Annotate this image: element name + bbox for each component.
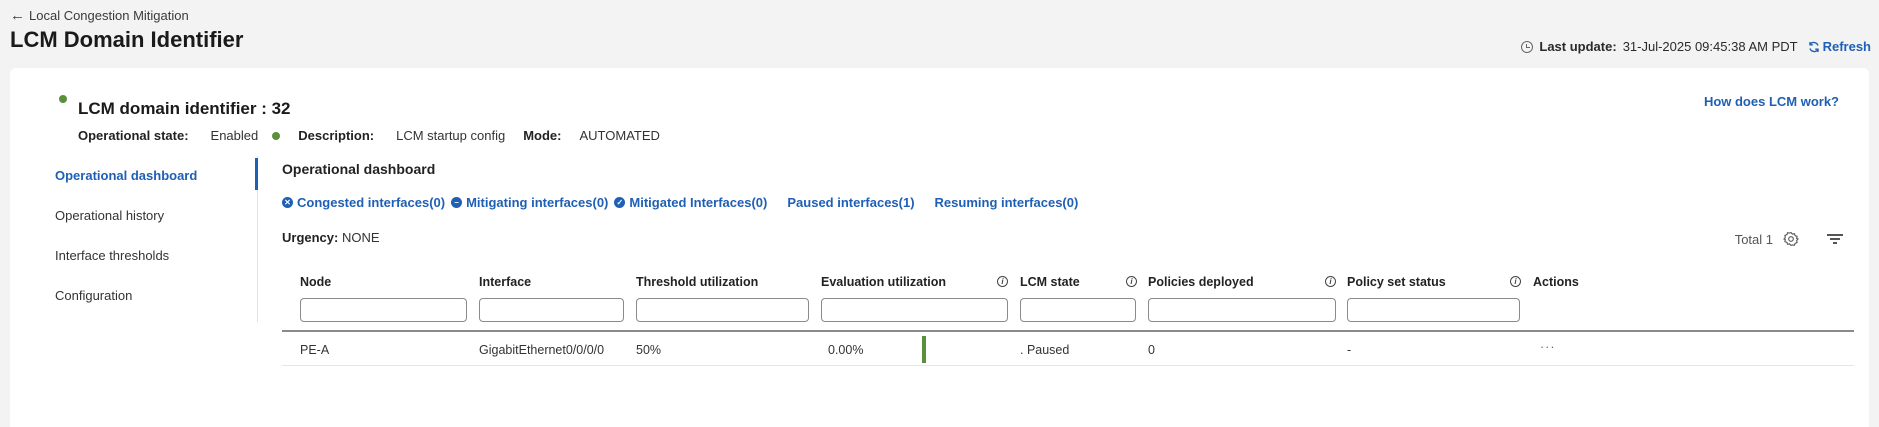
refresh-icon (1808, 41, 1819, 52)
refresh-label: Refresh (1822, 39, 1871, 54)
table-row[interactable]: PE-A GigabitEthernet0/0/0/0 50% 0.00% . … (282, 332, 1854, 366)
info-icon[interactable]: i (997, 276, 1008, 287)
interface-filter-input[interactable] (479, 298, 624, 322)
description-value: LCM startup config (396, 128, 506, 143)
sidebar-item-configuration[interactable]: Configuration (10, 276, 258, 316)
domain-card: LCM domain identifier : 32 How does LCM … (10, 68, 1869, 427)
how-lcm-works-link[interactable]: How does LCM work? (1704, 94, 1839, 109)
congested-icon: ✕ (282, 197, 293, 208)
filter-mitigated[interactable]: ✓ Mitigated Interfaces(0) (614, 195, 767, 210)
refresh-button[interactable]: Refresh (1808, 39, 1871, 54)
back-link[interactable]: ← Local Congestion Mitigation (10, 8, 189, 23)
last-update-value: 31-Jul-2025 09:45:38 AM PDT (1622, 39, 1798, 54)
row-actions-menu[interactable]: ··· (1540, 340, 1556, 354)
filter-congested[interactable]: ✕ Congested interfaces(0) (282, 195, 445, 210)
cell-lcm-state: . Paused (1020, 343, 1070, 357)
sidebar-item-operational-history[interactable]: Operational history (10, 196, 258, 236)
table-toolbar: Total 1 (1735, 231, 1843, 247)
gear-icon[interactable] (1783, 231, 1799, 247)
back-link-label: Local Congestion Mitigation (29, 8, 189, 23)
cell-node: PE-A (300, 343, 330, 357)
node-filter-input[interactable] (300, 298, 467, 322)
filter-resuming-label: Resuming interfaces(0) (934, 195, 1079, 210)
policy-status-filter-input[interactable] (1347, 298, 1520, 322)
cell-evaluation: 0.00% (828, 343, 864, 357)
domain-meta: Operational state: Enabled Description: … (78, 128, 674, 143)
interfaces-table: Node Interface Threshold utilization Eva… (282, 268, 1854, 366)
lcm-state-filter-input[interactable] (1020, 298, 1136, 322)
col-policies[interactable]: Policies deployed (1148, 275, 1254, 289)
mode-label: Mode: (523, 128, 562, 143)
op-state-label: Operational state: (78, 128, 189, 143)
page-title: LCM Domain Identifier (10, 27, 244, 52)
op-state-value: Enabled (210, 128, 259, 143)
description-label: Description: (298, 128, 375, 143)
last-update-label: Last update: (1539, 39, 1617, 54)
urgency-value: NONE (341, 230, 380, 245)
policies-filter-input[interactable] (1148, 298, 1336, 322)
table-header: Node Interface Threshold utilization Eva… (282, 268, 1854, 296)
op-state-dot (272, 131, 281, 140)
filter-icon[interactable] (1827, 233, 1843, 245)
info-icon[interactable]: i (1126, 276, 1137, 287)
col-evaluation[interactable]: Evaluation utilization (821, 275, 946, 289)
domain-title: LCM domain identifier : 32 (78, 99, 291, 118)
filter-congested-label: Congested interfaces(0) (297, 195, 446, 210)
col-threshold[interactable]: Threshold utilization (636, 275, 758, 289)
dashboard-title: Operational dashboard (282, 161, 436, 177)
urgency-label: Urgency: (282, 230, 339, 245)
cell-policies: 0 (1148, 343, 1155, 357)
urgency: Urgency: NONE (282, 230, 380, 245)
mitigated-icon: ✓ (614, 197, 626, 208)
filter-paused[interactable]: Paused interfaces(1) (787, 195, 914, 210)
filter-resuming[interactable]: Resuming interfaces(0) (935, 195, 1079, 210)
sidebar-item-operational-dashboard[interactable]: Operational dashboard (10, 156, 258, 196)
cell-threshold: 50% (636, 343, 662, 357)
evaluation-filter-input[interactable] (821, 298, 1008, 322)
evaluation-bar (922, 336, 926, 363)
column-filters (282, 296, 1854, 328)
col-node[interactable]: Node (300, 275, 331, 289)
total-count: Total 1 (1734, 231, 1773, 247)
sidebar-item-interface-thresholds[interactable]: Interface thresholds (10, 236, 258, 276)
col-policy-status[interactable]: Policy set status (1347, 275, 1446, 289)
filter-mitigated-label: Mitigated Interfaces(0) (629, 195, 768, 210)
threshold-filter-input[interactable] (636, 298, 809, 322)
col-interface[interactable]: Interface (479, 275, 531, 289)
clock-icon (1521, 40, 1534, 53)
domain-status-dot (59, 95, 67, 103)
filter-mitigating-label: Mitigating interfaces(0) (466, 195, 609, 210)
col-actions: Actions (1533, 275, 1579, 289)
info-icon[interactable]: i (1325, 276, 1336, 287)
info-icon[interactable]: i (1510, 276, 1521, 287)
last-update: Last update: 31-Jul-2025 09:45:38 AM PDT… (1521, 39, 1871, 54)
cell-policy-status: - (1347, 343, 1352, 357)
filter-paused-label: Paused interfaces(1) (787, 195, 915, 210)
mitigating-icon: – (451, 197, 463, 208)
mode-value: AUTOMATED (579, 128, 660, 143)
interface-filters: ✕ Congested interfaces(0) – Mitigating i… (282, 195, 1078, 210)
back-arrow-icon: ← (10, 7, 25, 24)
col-lcm-state[interactable]: LCM state (1020, 275, 1080, 289)
cell-interface: GigabitEthernet0/0/0/0 (479, 343, 605, 357)
sidebar-nav: Operational dashboard Operational histor… (10, 156, 258, 322)
filter-mitigating[interactable]: – Mitigating interfaces(0) (451, 195, 608, 210)
